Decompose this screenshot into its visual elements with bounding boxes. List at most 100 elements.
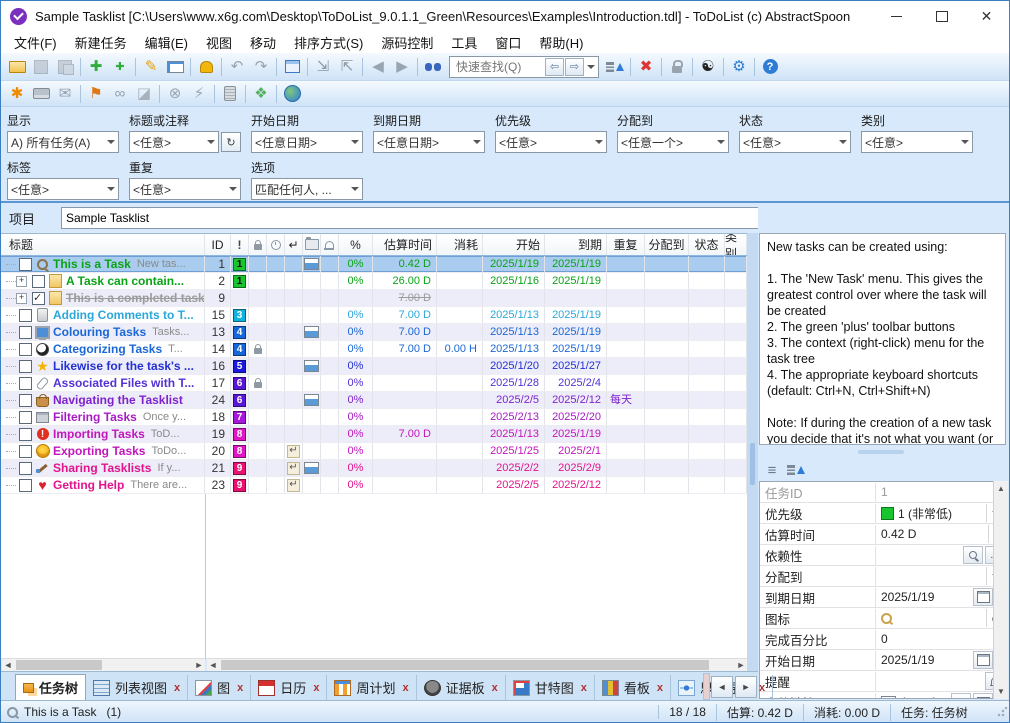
close-tab-icon[interactable]: x: [759, 682, 765, 694]
project-input[interactable]: [61, 207, 759, 229]
attribute-value[interactable]: 1 (非常低): [876, 503, 1005, 523]
menu-item[interactable]: 源码控制: [372, 31, 442, 54]
menu-item[interactable]: 窗口: [486, 31, 530, 54]
scroll-up-icon[interactable]: ▲: [997, 481, 1005, 496]
attribute-value[interactable]: [876, 566, 1005, 586]
attribute-value[interactable]: 2025/1/19: [876, 587, 1005, 607]
chain-link-icon[interactable]: ∞: [108, 83, 132, 105]
close-tab-icon[interactable]: x: [237, 682, 243, 694]
task-checkbox[interactable]: [19, 462, 32, 475]
attribute-value[interactable]: 0: [876, 629, 1005, 649]
quick-find-prev-button[interactable]: ⇦: [545, 58, 564, 76]
scroll-down-icon[interactable]: ▼: [997, 684, 1005, 699]
calendar-button[interactable]: [973, 651, 993, 669]
view-tab[interactable]: 甘特图 x: [506, 675, 595, 700]
scrollbar-thumb[interactable]: [221, 660, 709, 670]
filter-combo[interactable]: <任意>: [861, 131, 973, 153]
web-browse-icon[interactable]: [280, 83, 304, 105]
scroll-right-icon[interactable]: ►: [193, 659, 205, 671]
task-checkbox[interactable]: [19, 394, 32, 407]
menu-item[interactable]: 工具: [442, 31, 486, 54]
stamp-icon[interactable]: ◪: [132, 83, 156, 105]
calendar-button[interactable]: [973, 588, 993, 606]
attribute-row[interactable]: 估算时间 0.42 D ▼: [760, 524, 1005, 545]
task-checkbox[interactable]: [19, 445, 32, 458]
attribute-value[interactable]: 0.42 D ▼: [876, 524, 1005, 544]
task-checkbox[interactable]: [19, 343, 32, 356]
close-tab-icon[interactable]: x: [313, 682, 319, 694]
print-icon[interactable]: [29, 83, 53, 105]
refresh-filter-button[interactable]: ↻: [221, 132, 241, 152]
comments-text[interactable]: New tasks can be created using: 1. The '…: [759, 233, 1006, 445]
save-all-icon[interactable]: [53, 56, 77, 78]
close-tab-icon[interactable]: x: [174, 682, 180, 694]
log-scroll-icon[interactable]: [218, 83, 242, 105]
filter-combo[interactable]: <任意>: [129, 178, 241, 200]
task-checkbox[interactable]: [19, 428, 32, 441]
forward-icon[interactable]: ▶: [390, 56, 414, 78]
table-row[interactable]: Colouring Tasks Tasks... 13 4 0% 7.00 D …: [1, 324, 747, 341]
menu-item[interactable]: 新建任务: [66, 31, 136, 54]
dependency-find-button[interactable]: [963, 546, 983, 564]
spellcheck-icon[interactable]: ✱: [5, 83, 29, 105]
attribute-value[interactable]: 1: [876, 482, 1005, 502]
scroll-right-icon[interactable]: ►: [735, 659, 747, 671]
view-tab[interactable]: 列表视图 x: [86, 675, 188, 700]
filter-combo[interactable]: 匹配任何人, ...: [251, 178, 363, 200]
table-row[interactable]: A Task can contain... 2 1 0% 26.00 D 202…: [1, 273, 747, 290]
scrollbar-thumb[interactable]: [16, 660, 102, 670]
resize-grip[interactable]: [997, 707, 1007, 717]
table-row[interactable]: This is a completed task 9 7.00 D: [1, 290, 747, 307]
cancel-icon[interactable]: ⊗: [163, 83, 187, 105]
view-tab[interactable]: 证据板 x: [417, 675, 506, 700]
column-header-reminder-icon[interactable]: [321, 234, 339, 255]
table-row[interactable]: Likewise for the task's ... 16 5 0% 2025…: [1, 358, 747, 375]
table-row[interactable]: Filtering Tasks Once y... 18 7 0% 2025/2…: [1, 409, 747, 426]
attribute-value[interactable]: ☺: [876, 608, 1005, 628]
move-task-out-icon[interactable]: ⇱: [335, 56, 359, 78]
column-header-time-icon[interactable]: [267, 234, 285, 255]
filter-combo[interactable]: <任意>: [7, 178, 119, 200]
attribute-value[interactable]: [876, 671, 1005, 691]
table-row[interactable]: Associated Files with T... 17 6 0% 2025/…: [1, 375, 747, 392]
attributes-scrollbar[interactable]: ▲ ▼: [993, 481, 1008, 699]
scroll-left-icon[interactable]: ◄: [2, 659, 14, 671]
column-header-percent[interactable]: %: [339, 234, 373, 255]
column-header-filelink-icon[interactable]: [303, 234, 321, 255]
column-header-recur[interactable]: 重复: [607, 234, 645, 255]
back-icon[interactable]: ◀: [366, 56, 390, 78]
edit-task-icon[interactable]: ✎: [139, 56, 163, 78]
menu-item[interactable]: 文件(F): [5, 31, 66, 54]
column-header-title[interactable]: 标题: [1, 234, 205, 255]
close-tab-icon[interactable]: x: [657, 682, 663, 694]
close-tab-icon[interactable]: x: [492, 682, 498, 694]
quick-find-dropdown-icon[interactable]: [584, 58, 598, 76]
menu-item[interactable]: 编辑(E): [136, 31, 197, 54]
filter-combo[interactable]: <任意>: [739, 131, 851, 153]
attribute-sort-icon[interactable]: [784, 460, 808, 480]
filter-combo[interactable]: <任意日期>: [373, 131, 485, 153]
delete-task-icon[interactable]: ✖: [634, 56, 658, 78]
attribute-list-icon[interactable]: ≡: [760, 460, 784, 480]
lightning-icon[interactable]: ⚡: [187, 83, 211, 105]
title-column-scrollbar[interactable]: ◄ ►: [2, 658, 205, 671]
column-header-recurrence-icon[interactable]: ↵: [285, 234, 303, 255]
view-tab[interactable]: 任务树: [15, 674, 86, 700]
password-lock-icon[interactable]: [665, 56, 689, 78]
close-button[interactable]: ✕: [964, 1, 1009, 31]
filter-combo[interactable]: <任意>: [129, 131, 219, 153]
table-row[interactable]: Adding Comments to T... 15 3 0% 7.00 D 2…: [1, 307, 747, 324]
column-header-status[interactable]: 状态: [689, 234, 725, 255]
tab-scroll-right-button[interactable]: ►: [735, 676, 757, 698]
flag-icon[interactable]: ⚑: [84, 83, 108, 105]
attribute-value[interactable]: doors.jp: [876, 692, 1005, 699]
task-checkbox[interactable]: [19, 360, 32, 373]
undo-icon[interactable]: ↶: [225, 56, 249, 78]
email-icon[interactable]: ✉: [53, 83, 77, 105]
menu-item[interactable]: 移动: [241, 31, 285, 54]
maximize-view-icon[interactable]: [280, 56, 304, 78]
reminder-icon[interactable]: [194, 56, 218, 78]
attribute-row[interactable]: 优先级 1 (非常低): [760, 503, 1005, 524]
attribute-row[interactable]: 任务ID 1: [760, 482, 1005, 503]
close-tab-icon[interactable]: x: [402, 682, 408, 694]
